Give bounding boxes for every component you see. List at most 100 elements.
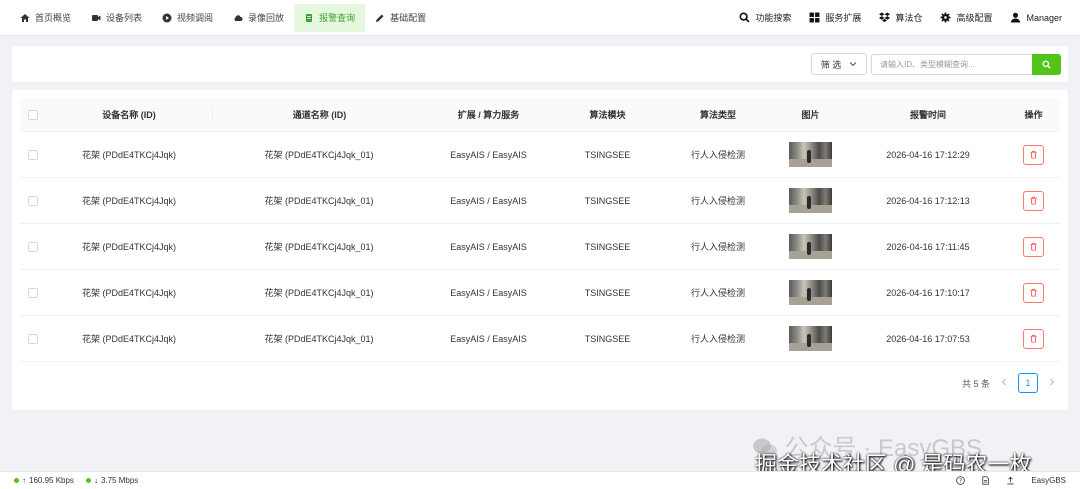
alarm-snapshot-thumbnail[interactable] [789,280,832,305]
header-type: 算法类型 [699,110,736,120]
table-header: 设备名称 (ID) 通道名称 (ID) 扩展 / 算力服务 算法模块 算法类型 … [20,98,1060,132]
cell-image [772,326,849,351]
cell-time: 2026-04-16 17:12:29 [886,149,970,160]
select-all-checkbox[interactable] [28,109,38,120]
trash-icon [1030,150,1037,159]
search-button[interactable] [1032,54,1061,75]
status-bar: ↑ 160.95 Kbps ↓ 3.75 Mbps ? EasyGBS [0,471,1080,489]
search-placeholder: 请输入ID、类型模糊查询... [880,60,975,69]
device-icon [92,14,101,21]
nav-algorithm-store[interactable]: 算法仓 [871,4,930,32]
cell-time: 2026-04-16 17:07:53 [886,333,970,344]
edit-icon [376,14,384,22]
row-select-cell [20,149,46,160]
next-page-button[interactable] [1048,378,1056,388]
cell-type: 行人入侵检测 [690,288,745,298]
filter-dropdown[interactable]: 筛 选 [811,53,867,75]
header-image: 图片 [772,108,849,121]
row-checkbox[interactable] [28,241,38,252]
download-rate: ↓ 3.75 Mbps [85,476,139,485]
row-checkbox[interactable] [28,149,38,160]
cell-action [1007,144,1060,165]
cell-channel: 花架 (PDdE4TKCj4Jqk_01) [264,150,374,160]
nav-service-extension[interactable]: 服务扩展 [801,4,869,32]
delete-button[interactable] [1023,328,1044,349]
header-action: 操作 [1007,108,1060,121]
trash-icon [1030,196,1037,205]
nav-basic-config-label: 基础配置 [390,13,427,23]
nav-basic-config[interactable]: 基础配置 [365,4,436,32]
user-menu[interactable]: Manager [1002,4,1070,32]
nav-alarm-query[interactable]: 报警查询 [294,3,366,32]
footer-actions: ? EasyGBS [956,476,1066,485]
upload-icon[interactable] [1006,476,1015,485]
cell-time: 2026-04-16 17:11:45 [886,241,970,252]
cell-type: 行人入侵检测 [690,196,745,206]
cell-image [772,142,849,167]
cell-image [772,188,849,213]
prev-page-button[interactable] [1000,378,1008,388]
filter-bar: 筛 选 请输入ID、类型模糊查询... [12,46,1068,82]
document-icon[interactable] [981,476,990,485]
cell-time: 2026-04-16 17:12:13 [886,195,970,206]
table-row: 花架 (PDdE4TKCj4Jqk) 花架 (PDdE4TKCj4Jqk_01)… [20,132,1060,178]
pagination: 共 5 条 1 [962,373,1056,393]
header-time: 报警时间 [909,110,946,120]
delete-button[interactable] [1023,144,1044,165]
nav-home[interactable]: 首页概览 [10,4,81,32]
nav-feature-search[interactable]: 功能搜索 [731,4,799,32]
help-icon[interactable]: ? [956,476,966,485]
cell-image [772,280,849,305]
cell-device: 花架 (PDdE4TKCj4Jqk) [81,150,177,160]
table-row: 花架 (PDdE4TKCj4Jqk) 花架 (PDdE4TKCj4Jqk_01)… [20,178,1060,224]
cell-service: EasyAIS / EasyAIS [450,333,527,344]
nav-device-list[interactable]: 设备列表 [81,4,152,32]
nav-algorithm-store-label: 算法仓 [895,13,923,23]
delete-button[interactable] [1023,190,1044,211]
alarm-snapshot-thumbnail[interactable] [789,234,832,259]
download-status-dot [85,478,91,483]
cell-action [1007,328,1060,349]
alarm-snapshot-thumbnail[interactable] [789,142,832,167]
arrow-up-icon: ↑ [22,476,26,485]
cell-device: 花架 (PDdE4TKCj4Jqk) [81,196,177,206]
row-select-cell [20,241,46,252]
search-icon [739,12,750,23]
cell-channel: 花架 (PDdE4TKCj4Jqk_01) [264,334,374,344]
alarm-snapshot-thumbnail[interactable] [789,188,832,213]
trash-icon [1030,242,1037,251]
home-icon [20,13,30,22]
delete-button[interactable] [1023,236,1044,257]
nav-advanced-config[interactable]: 高级配置 [932,4,1000,32]
nav-playback[interactable]: 录像回放 [223,4,294,32]
nav-video[interactable]: 视频调阅 [152,4,223,32]
row-checkbox[interactable] [28,333,38,344]
table-row: 花架 (PDdE4TKCj4Jqk) 花架 (PDdE4TKCj4Jqk_01)… [20,270,1060,316]
cell-device: 花架 (PDdE4TKCj4Jqk) [81,288,177,298]
header-channel: 通道名称 (ID) [212,108,426,121]
header-image-label: 图片 [801,110,820,120]
upload-status-dot [14,478,19,483]
brand-name: EasyGBS [1031,476,1066,485]
nav-alarm-query-label: 报警查询 [319,13,356,23]
alarm-snapshot-thumbnail[interactable] [789,326,832,351]
download-rate-value: 3.75 Mbps [100,476,139,485]
page-number-current[interactable]: 1 [1018,373,1038,393]
table-row: 花架 (PDdE4TKCj4Jqk) 花架 (PDdE4TKCj4Jqk_01)… [20,316,1060,362]
cell-channel: 花架 (PDdE4TKCj4Jqk_01) [264,242,374,252]
chevron-down-icon [849,62,857,67]
play-icon [162,13,172,22]
cell-action [1007,236,1060,257]
search-input[interactable]: 请输入ID、类型模糊查询... [871,54,1032,75]
row-checkbox[interactable] [28,287,38,298]
cell-algorithm: TSINGSEE [584,195,631,206]
cell-type: 行人入侵检测 [690,150,745,160]
row-checkbox[interactable] [28,195,38,206]
select-all-cell [20,109,46,120]
chevron-right-icon [1050,378,1055,386]
table-row: 花架 (PDdE4TKCj4Jqk) 花架 (PDdE4TKCj4Jqk_01)… [20,224,1060,270]
chevron-left-icon [1001,378,1006,386]
delete-button[interactable] [1023,282,1044,303]
cell-algorithm: TSINGSEE [584,149,631,160]
nav-service-extension-label: 服务扩展 [825,13,862,23]
